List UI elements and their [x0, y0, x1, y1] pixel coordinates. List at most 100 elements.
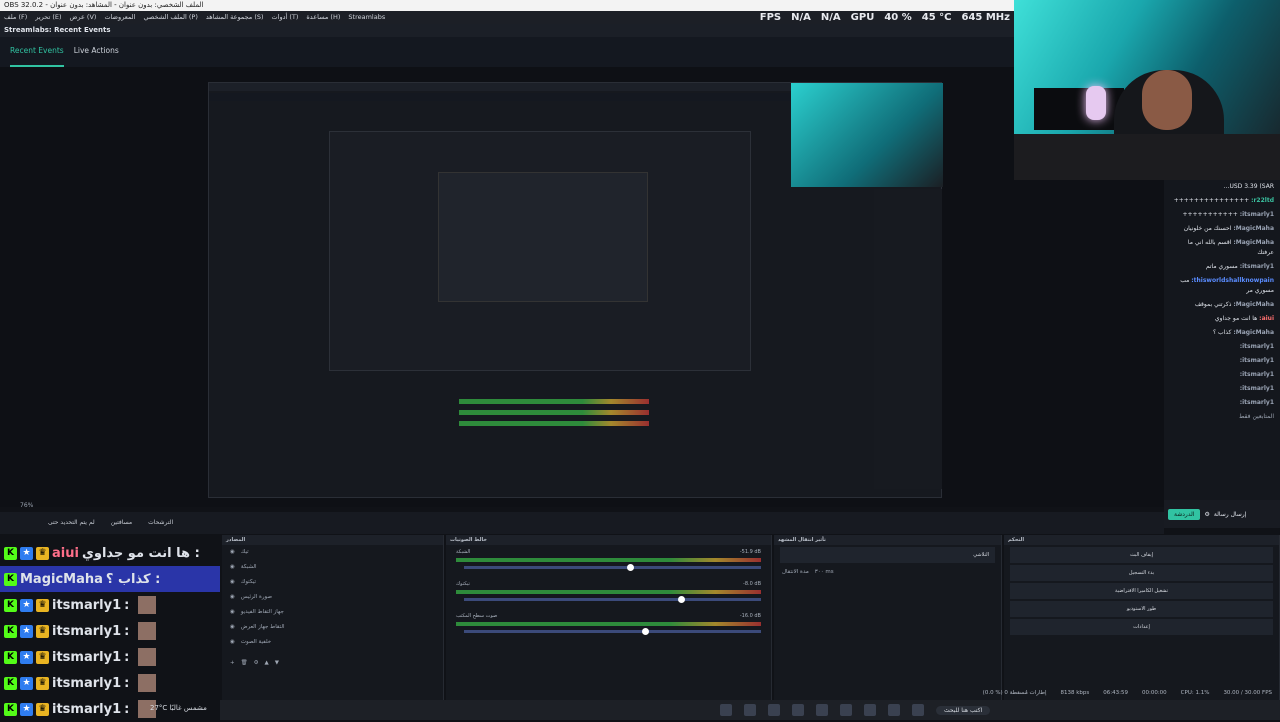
chat-line: aiui: ها انت مو جداوي: [1214, 315, 1274, 322]
nested-webcam: [791, 83, 943, 187]
studio-mode-button[interactable]: طور الاستوديو: [1010, 601, 1273, 617]
fps-status: 30.00 / 30.00 FPS: [1223, 690, 1272, 696]
audio-mixer-panel: خالط الصوتيات الشبكة -51.9 dB تيكتوك -8.0 …: [446, 535, 772, 701]
weather-widget[interactable]: 27°C مشمس غالبًا: [150, 704, 207, 712]
obs-icon[interactable]: [840, 704, 852, 716]
app-icon[interactable]: [816, 704, 828, 716]
nested-chat: [874, 189, 942, 489]
gear-icon[interactable]: ⚙: [1204, 511, 1209, 518]
tab-recent-events[interactable]: Recent Events: [10, 37, 64, 67]
kick-icon: K: [4, 546, 17, 560]
eye-icon[interactable]: ◉: [230, 605, 235, 620]
menu-edit[interactable]: تحرير (E): [35, 11, 61, 24]
sources-toolbar: + 🗑 ⚙ ▲ ▼: [222, 656, 443, 671]
menu-streamlabs[interactable]: Streamlabs: [348, 11, 385, 24]
source-item[interactable]: ◉ خلفية الصوت: [222, 635, 443, 650]
volume-slider[interactable]: [464, 564, 761, 571]
webcam-head: [1142, 70, 1192, 130]
chat-line: thisworldshallknowpain: مب مسوري مر: [1180, 277, 1274, 294]
gpu-mhz: 645 MHz: [961, 12, 1011, 23]
overlay-chat-row: K ★ ♛ itsmarly1:: [0, 644, 220, 670]
menu-file[interactable]: ملف (F): [4, 11, 27, 24]
source-item[interactable]: ◉ تيكتوك: [222, 575, 443, 590]
chat-line: itsmarly1: مسوري ماتم: [1205, 263, 1274, 270]
volume-meter: [456, 558, 761, 562]
chat-line: itsmarly1:: [1239, 371, 1274, 378]
settings-button[interactable]: إعدادات: [1010, 619, 1273, 635]
dropped-frames: (0.0 %) 0 إطارات مُسقطة: [982, 690, 1047, 696]
chat-line: itsmarly1:: [1239, 399, 1274, 406]
volume-knob[interactable]: [677, 596, 685, 603]
virtual-camera-button[interactable]: تشغيل الكاميرا الافتراضية: [1010, 583, 1273, 599]
edge-icon[interactable]: [768, 704, 780, 716]
chat-line: MagicMaha: كذاب ؟: [1212, 329, 1274, 336]
track-db: -16.0 dB: [739, 613, 761, 619]
source-item[interactable]: ◉ جهاز التقاط الفيديو: [222, 605, 443, 620]
menu-tools[interactable]: أدوات (T): [272, 11, 299, 24]
source-item[interactable]: ◉ التقاط جهاز العرض: [222, 620, 443, 635]
tab-live-actions[interactable]: Live Actions: [74, 37, 119, 67]
scene-bar: لم يتم التحديد حتى مسافتين الترشحات: [0, 512, 1164, 534]
source-item[interactable]: ◉ تيك: [222, 545, 443, 560]
settings-app-icon[interactable]: [744, 704, 756, 716]
up-icon[interactable]: ▲: [265, 656, 269, 671]
down-icon[interactable]: ▼: [275, 656, 279, 671]
badge-icon: ★: [20, 624, 33, 638]
start-recording-button[interactable]: بدء التسجيل: [1010, 565, 1273, 581]
settings-icon[interactable]: ⚙: [254, 656, 259, 671]
controls-panel: التحكم إيقاف البث بدء التسجيل تشغيل الكا…: [1004, 535, 1280, 701]
app-icon[interactable]: [720, 704, 732, 716]
transitions-title: تأثير انتقال المشهد: [774, 535, 1001, 545]
avatar: [138, 596, 157, 614]
track-db: -8.0 dB: [743, 581, 761, 587]
badge-icon: ★: [20, 702, 33, 716]
eye-icon[interactable]: ◉: [230, 560, 235, 575]
volume-slider[interactable]: [464, 596, 761, 603]
menu-view[interactable]: عرض (V): [70, 11, 97, 24]
mixer-track: صوت سطح المكتب -16.0 dB: [446, 609, 771, 641]
fps-label: FPS: [759, 12, 782, 23]
chat-line: r22ltd: +++++++++++++++: [1173, 197, 1274, 204]
volume-slider[interactable]: [464, 628, 761, 635]
menu-docks[interactable]: المعروضات: [104, 11, 135, 24]
trash-icon[interactable]: 🗑: [241, 656, 248, 671]
track-name: الشبكة: [456, 549, 471, 555]
chat-input[interactable]: إرسال رسالة: [1214, 511, 1246, 518]
volume-knob[interactable]: [627, 564, 635, 571]
stop-stream-button[interactable]: إيقاف البث: [1010, 547, 1273, 563]
chat-line: USD 3.39 (SAR...: [1223, 183, 1274, 190]
crown-icon: ♛: [36, 676, 49, 690]
dock-tabs: Recent Events Live Actions: [0, 37, 1014, 67]
nested-meter-2: [459, 410, 649, 415]
live-time: 06:43:59: [1103, 690, 1128, 696]
app-icon[interactable]: [912, 704, 924, 716]
menu-profile[interactable]: الملف الشخصي (P): [143, 11, 197, 24]
zoom-level[interactable]: 76%: [0, 500, 1164, 512]
eye-icon[interactable]: ◉: [230, 635, 235, 650]
overlay-chat-row: K ★ ♛ itsmarly1:: [0, 592, 220, 618]
folder-icon[interactable]: [888, 704, 900, 716]
scene-tab-2[interactable]: مسافتين: [111, 512, 132, 534]
eye-icon[interactable]: ◉: [230, 620, 235, 635]
menu-scene-collection[interactable]: مجموعة المشاهد (S): [206, 11, 264, 24]
gpu-temp: 45 °C: [921, 12, 952, 23]
transition-select[interactable]: التلاشي: [780, 547, 995, 563]
nested-preview: [208, 82, 943, 498]
send-button[interactable]: الدردشة: [1168, 508, 1201, 520]
chrome-icon[interactable]: [864, 704, 876, 716]
source-item[interactable]: ◉ صورة الرئيس: [222, 590, 443, 605]
eye-icon[interactable]: ◉: [230, 545, 235, 560]
duration-input[interactable]: ٣٠٠ ms: [815, 565, 834, 580]
chat-line: itsmarly1:: [1239, 385, 1274, 392]
scene-tab-3[interactable]: لم يتم التحديد حتى: [48, 512, 95, 534]
add-icon[interactable]: +: [230, 656, 235, 671]
eye-icon[interactable]: ◉: [230, 575, 235, 590]
source-item[interactable]: ◉ الشبكة: [222, 560, 443, 575]
scene-tab-1[interactable]: الترشحات: [148, 512, 173, 534]
taskbar-search[interactable]: اكتب هنا للبحث: [936, 705, 991, 715]
eye-icon[interactable]: ◉: [230, 590, 235, 605]
app-icon[interactable]: [792, 704, 804, 716]
menu-help[interactable]: مساعدة (H): [306, 11, 340, 24]
gpu-percent: 40 %: [884, 12, 912, 23]
volume-knob[interactable]: [642, 628, 650, 635]
